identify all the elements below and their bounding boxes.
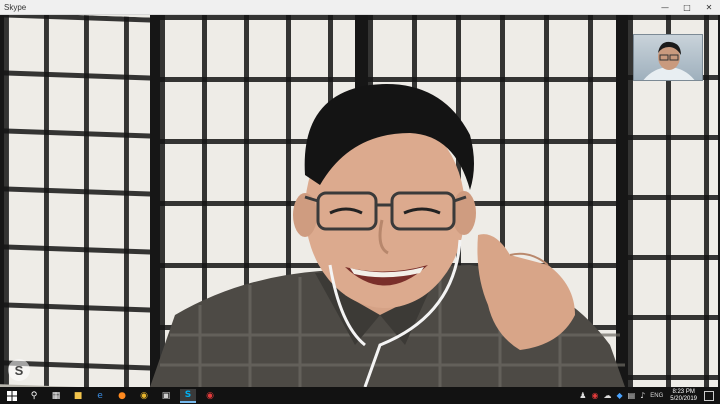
skype-logo-icon: S	[8, 359, 30, 381]
caller-person	[150, 84, 625, 387]
chrome-icon[interactable]: ◉	[136, 389, 152, 403]
remote-video: S	[0, 15, 720, 387]
volume-icon[interactable]: ♪	[640, 391, 645, 400]
self-view-thumbnail[interactable]	[633, 34, 703, 81]
minimize-icon[interactable]: —	[654, 0, 676, 15]
cloud-icon[interactable]: ☁	[603, 391, 611, 400]
clock-time: 8:23 PM	[672, 388, 695, 395]
firefox-icon[interactable]: ●	[114, 389, 130, 403]
record-icon[interactable]: ◉	[202, 389, 218, 403]
store-icon[interactable]: ▣	[158, 389, 174, 403]
input-language[interactable]: ENG	[650, 393, 663, 399]
search-icon[interactable]: ⚲	[26, 389, 42, 403]
task-view-icon[interactable]: ▦	[48, 389, 64, 403]
window-title: Skype	[4, 2, 27, 12]
self-view-person	[643, 41, 695, 80]
dropbox-icon[interactable]: ◆	[616, 391, 622, 400]
file-explorer-icon[interactable]: ■	[70, 389, 86, 403]
window-titlebar: Skype — □ ✕	[0, 0, 720, 15]
system-tray: ♟ ◉ ☁ ◆ ▤ ♪ ENG 8:23 PM 5/20/2019	[574, 387, 714, 404]
clock-date: 5/20/2019	[670, 395, 697, 402]
action-center-icon[interactable]	[704, 390, 714, 401]
maximize-icon[interactable]: □	[676, 0, 698, 15]
close-icon[interactable]: ✕	[698, 0, 720, 15]
security-icon[interactable]: ◉	[591, 391, 598, 400]
skype-taskbar-icon[interactable]: S	[180, 388, 196, 403]
windows-taskbar: ⚲ ▦ ■ e ● ◉ ▣ S ◉ ♟ ◉ ☁ ◆ ▤ ♪ ENG 8:23 P…	[0, 387, 720, 404]
system-clock[interactable]: 8:23 PM 5/20/2019	[670, 389, 697, 403]
edge-browser-icon[interactable]: e	[92, 389, 108, 403]
windows-start-icon[interactable]	[4, 389, 20, 403]
people-icon[interactable]: ♟	[579, 391, 586, 400]
network-icon[interactable]: ▤	[628, 391, 636, 400]
